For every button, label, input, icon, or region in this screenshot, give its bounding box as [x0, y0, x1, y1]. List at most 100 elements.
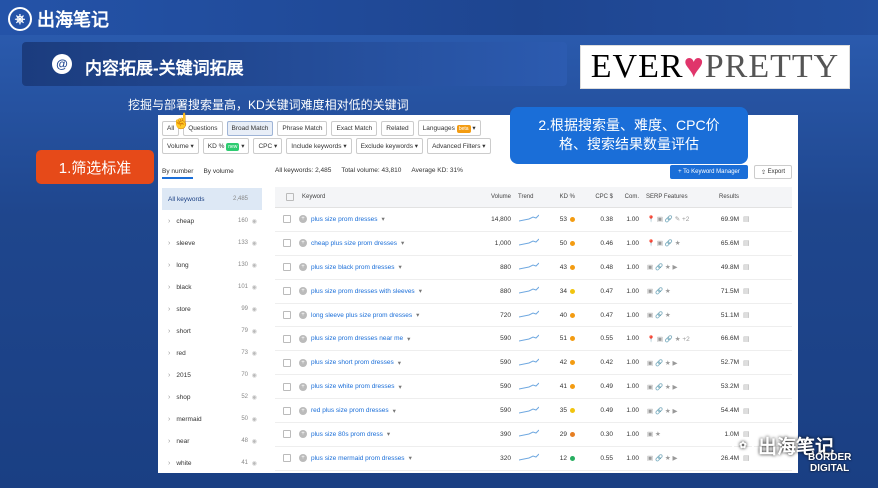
serp-features-icons[interactable]: 📍 ▣ 🔗 ★ +2 — [643, 335, 701, 343]
chevron-down-icon[interactable]: ▾ — [387, 430, 390, 438]
serp-features-icons[interactable]: 📍 ▣ 🔗 ✎ +2 — [643, 215, 701, 223]
chevron-down-icon[interactable]: ▾ — [398, 263, 401, 271]
row-checkbox[interactable] — [283, 430, 291, 439]
row-checkbox[interactable] — [283, 239, 291, 248]
eye-icon[interactable]: ◉ — [252, 416, 257, 423]
eye-icon[interactable]: ◉ — [252, 328, 257, 335]
serp-features-icons[interactable]: 📍 ▣ 🔗 ★ — [643, 239, 701, 247]
keyword-link[interactable]: plus size mermaid prom dresses — [311, 455, 405, 462]
serp-snapshot-icon[interactable]: ▤ — [743, 287, 792, 295]
chevron-down-icon[interactable]: ▾ — [393, 407, 396, 415]
col-serp[interactable]: SERP Features — [643, 194, 701, 200]
row-checkbox[interactable] — [283, 311, 291, 319]
row-checkbox[interactable] — [283, 454, 291, 463]
chevron-down-icon[interactable]: ▾ — [407, 335, 410, 343]
cpc-filter[interactable]: CPC ▾ — [253, 138, 283, 154]
serp-features-icons[interactable]: ▣ 🔗 ★ ▶ — [643, 454, 701, 462]
serp-snapshot-icon[interactable]: ▤ — [743, 407, 792, 415]
col-kd[interactable]: KD % — [543, 194, 579, 200]
serp-features-icons[interactable]: ▣ 🔗 ★ ▶ — [643, 407, 701, 415]
chevron-down-icon[interactable]: ▾ — [401, 239, 404, 247]
sidebar-item[interactable]: › sleeve 133 ◉ — [162, 232, 262, 254]
tab-exact-match[interactable]: Exact Match — [331, 120, 378, 136]
languages-dropdown[interactable]: Languages beta ▾ — [417, 120, 481, 136]
keyword-link[interactable]: plus size 80s prom dress — [311, 431, 383, 438]
col-cpc[interactable]: CPC $ — [579, 194, 617, 200]
volume-filter[interactable]: Volume ▾ — [162, 138, 199, 154]
serp-snapshot-icon[interactable]: ▤ — [743, 311, 792, 319]
row-checkbox[interactable] — [283, 215, 291, 224]
col-com[interactable]: Com. — [617, 194, 643, 200]
serp-snapshot-icon[interactable]: ▤ — [743, 263, 792, 271]
include-keywords-filter[interactable]: Include keywords ▾ — [286, 138, 352, 154]
select-all-checkbox[interactable] — [286, 193, 294, 201]
serp-features-icons[interactable]: ▣ 🔗 ★ ▶ — [643, 263, 701, 271]
add-keyword-icon[interactable]: + — [299, 334, 307, 343]
add-keyword-icon[interactable]: + — [299, 311, 307, 319]
sidebar-item[interactable]: › shop 52 ◉ — [162, 386, 262, 408]
keyword-link[interactable]: plus size short prom dresses — [311, 359, 394, 366]
kd-filter[interactable]: KD % new ▾ — [202, 138, 250, 154]
tab-broad-match[interactable]: Broad Match — [226, 120, 274, 136]
eye-icon[interactable]: ◉ — [252, 460, 257, 467]
eye-icon[interactable]: ◉ — [252, 394, 257, 401]
row-checkbox[interactable] — [283, 263, 291, 272]
serp-snapshot-icon[interactable]: ▤ — [743, 215, 792, 223]
add-keyword-icon[interactable]: + — [299, 406, 307, 415]
exclude-keywords-filter[interactable]: Exclude keywords ▾ — [355, 138, 424, 154]
add-keyword-icon[interactable]: + — [299, 239, 307, 248]
keyword-link[interactable]: long sleeve plus size prom dresses — [311, 312, 412, 319]
add-keyword-icon[interactable]: + — [299, 215, 307, 224]
serp-snapshot-icon[interactable]: ▤ — [743, 239, 792, 247]
eye-icon[interactable]: ◉ — [252, 218, 257, 225]
tab-related[interactable]: Related — [381, 120, 414, 136]
row-checkbox[interactable] — [283, 406, 291, 415]
eye-icon[interactable]: ◉ — [252, 262, 257, 269]
chevron-down-icon[interactable]: ▾ — [398, 383, 401, 391]
serp-features-icons[interactable]: ▣ 🔗 ★ ▶ — [643, 383, 701, 391]
tab-by-volume[interactable]: By volume — [203, 168, 233, 179]
keyword-link[interactable]: cheap plus size prom dresses — [311, 240, 397, 247]
serp-snapshot-icon[interactable]: ▤ — [743, 335, 792, 343]
sidebar-item-all-keywords[interactable]: All keywords 2,485 — [162, 188, 262, 210]
sidebar-item[interactable]: › long 130 ◉ — [162, 254, 262, 276]
keyword-link[interactable]: plus size prom dresses — [311, 216, 377, 223]
row-checkbox[interactable] — [283, 334, 291, 343]
serp-features-icons[interactable]: ▣ ★ — [643, 430, 701, 438]
add-keyword-icon[interactable]: + — [299, 287, 307, 296]
keyword-link[interactable]: plus size prom dresses with sleeves — [311, 288, 415, 295]
sidebar-item[interactable]: › red 73 ◉ — [162, 342, 262, 364]
sidebar-item[interactable]: › white 41 ◉ — [162, 452, 262, 473]
serp-features-icons[interactable]: ▣ 🔗 ★ — [643, 311, 701, 319]
sidebar-item[interactable]: › short 79 ◉ — [162, 320, 262, 342]
eye-icon[interactable]: ◉ — [252, 284, 257, 291]
eye-icon[interactable]: ◉ — [252, 350, 257, 357]
sidebar-item[interactable]: › 2015 70 ◉ — [162, 364, 262, 386]
serp-features-icons[interactable]: ▣ 🔗 ★ ▶ — [643, 359, 701, 367]
sidebar-item[interactable]: › black 101 ◉ — [162, 276, 262, 298]
chevron-down-icon[interactable]: ▾ — [398, 359, 401, 367]
eye-icon[interactable]: ◉ — [252, 372, 257, 379]
keyword-link[interactable]: plus size black prom dresses — [311, 264, 394, 271]
keyword-link[interactable]: red plus size prom dresses — [311, 407, 389, 414]
row-checkbox[interactable] — [283, 358, 291, 367]
row-checkbox[interactable] — [283, 287, 291, 296]
row-checkbox[interactable] — [283, 382, 291, 391]
tab-phrase-match[interactable]: Phrase Match — [277, 120, 328, 136]
sidebar-item[interactable]: › near 48 ◉ — [162, 430, 262, 452]
keyword-link[interactable]: plus size prom dresses near me — [311, 335, 403, 342]
chevron-down-icon[interactable]: ▾ — [409, 454, 412, 462]
advanced-filters[interactable]: Advanced Filters ▾ — [427, 138, 491, 154]
serp-features-icons[interactable]: ▣ 🔗 ★ — [643, 287, 701, 295]
add-keyword-icon[interactable]: + — [299, 382, 307, 391]
keyword-manager-button[interactable]: + To Keyword Manager — [670, 165, 748, 179]
chevron-down-icon[interactable]: ▾ — [419, 287, 422, 295]
sidebar-item[interactable]: › cheap 160 ◉ — [162, 210, 262, 232]
sidebar-item[interactable]: › mermaid 50 ◉ — [162, 408, 262, 430]
col-results[interactable]: Results — [701, 194, 743, 200]
col-keyword[interactable]: Keyword — [299, 194, 467, 200]
export-button[interactable]: ⇪ Export — [754, 165, 792, 179]
sidebar-item[interactable]: › store 99 ◉ — [162, 298, 262, 320]
chevron-down-icon[interactable]: ▾ — [416, 311, 419, 319]
serp-snapshot-icon[interactable]: ▤ — [743, 383, 792, 391]
